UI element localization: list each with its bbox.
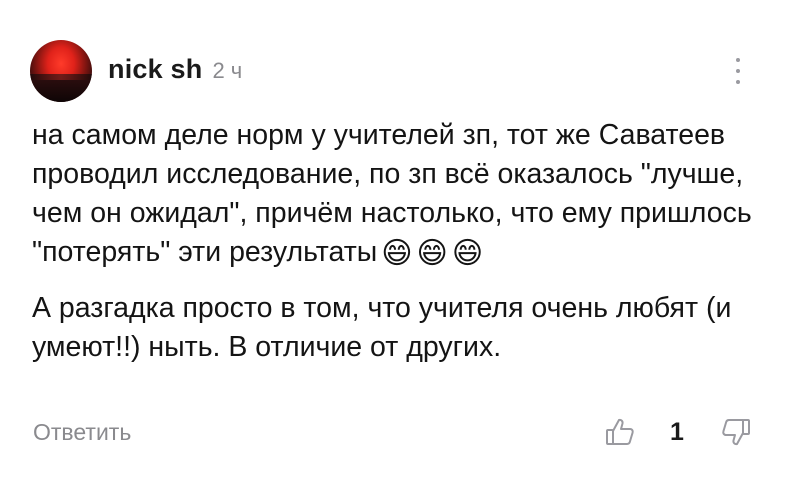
avatar[interactable] <box>30 40 92 102</box>
author-name[interactable]: nick sh <box>108 54 202 85</box>
thumbs-down-icon[interactable] <box>720 416 752 448</box>
comment-header: nick sh 2 ч <box>108 54 242 85</box>
grinning-emoji: 😄 <box>416 237 448 270</box>
comment-paragraph-1: на самом деле норм у учителей зп, тот же… <box>32 116 752 272</box>
comment-paragraph-2: А разгадка просто в том, что учителя оче… <box>32 292 732 363</box>
comment-card: nick sh 2 ч на самом деле норм у учителе… <box>0 0 800 502</box>
grinning-emoji: 😄 <box>451 237 484 270</box>
thumbs-up-icon[interactable] <box>604 416 636 448</box>
comment-body: на самом деле норм у учителей зп, тот же… <box>32 116 752 367</box>
more-options-button[interactable] <box>724 56 752 86</box>
more-vertical-icon-dot <box>736 69 740 73</box>
vote-controls: 1 <box>600 412 760 452</box>
more-vertical-icon-dot <box>736 80 740 84</box>
more-vertical-icon <box>736 58 740 62</box>
timestamp: 2 ч <box>212 58 243 83</box>
vote-count: 1 <box>670 418 684 446</box>
avatar-ground <box>30 80 92 102</box>
reply-button[interactable]: Ответить <box>33 419 131 446</box>
grinning-emoji: 😄 <box>381 237 413 270</box>
